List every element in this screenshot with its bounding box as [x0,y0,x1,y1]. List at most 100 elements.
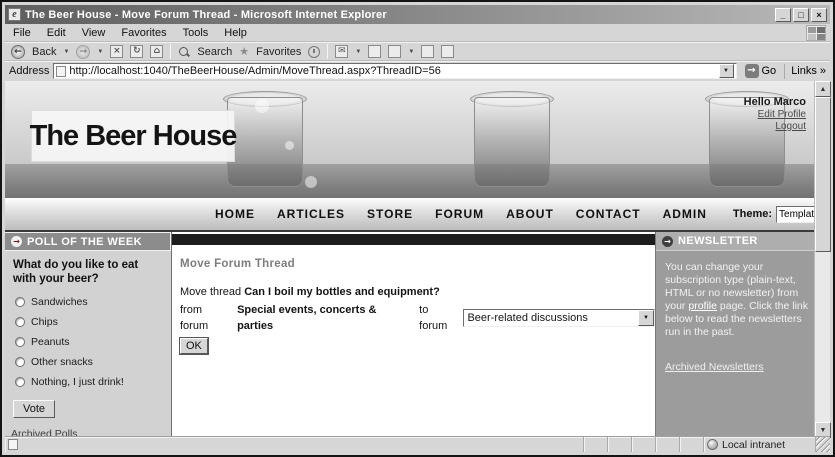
windows-logo-icon [806,25,826,41]
forward-dropdown-icon[interactable]: ▼ [97,49,103,55]
mail-icon[interactable]: ✉ [335,45,348,58]
poll-question: What do you like to eat with your beer? [5,251,171,288]
address-dropdown-icon[interactable]: ▼ [719,64,734,78]
to-forum-dropdown-icon[interactable]: ▼ [638,310,654,326]
radio-icon[interactable] [15,337,25,347]
window-title: The Beer House - Move Forum Thread - Mic… [25,9,387,21]
favorites-icon[interactable]: ★ [239,45,249,58]
address-url[interactable]: http://localhost:1040/TheBeerHouse/Admin… [69,65,440,77]
scrollbar-thumb[interactable] [815,97,831,252]
close-button[interactable]: × [811,8,827,22]
nav-about[interactable]: ABOUT [506,207,554,221]
nav-contact[interactable]: CONTACT [576,207,641,221]
go-button[interactable]: → Go [741,63,781,80]
links-toolbar[interactable]: Links » [784,64,826,79]
nav-store[interactable]: STORE [367,207,413,221]
poll-option-label: Sandwiches [31,296,88,308]
edit-dropdown-icon[interactable]: ▼ [408,49,414,55]
poll-option[interactable]: Nothing, I just drink! [15,376,163,388]
page-title: Move Forum Thread [180,258,655,270]
messenger-icon[interactable] [441,45,454,58]
stop-icon[interactable]: × [110,45,123,58]
poll-option[interactable]: Other snacks [15,356,163,368]
content-top-strip [172,234,655,245]
vote-button[interactable]: Vote [13,400,55,418]
poll-option[interactable]: Peanuts [15,336,163,348]
header-table-band [5,164,818,198]
nav-home[interactable]: HOME [215,207,255,221]
greeting-text: Hello Marco [744,96,806,108]
nav-forum[interactable]: FORUM [435,207,484,221]
zone-label: Local intranet [722,439,785,451]
status-cell [632,437,656,452]
back-dropdown-icon[interactable]: ▼ [63,49,69,55]
search-label[interactable]: Search [197,46,232,58]
address-input[interactable]: http://localhost:1040/TheBeerHouse/Admin… [53,63,736,79]
poll-option-label: Peanuts [31,336,70,348]
home-icon[interactable]: ⌂ [150,45,163,58]
toolbar-separator [170,44,171,59]
poll-option[interactable]: Chips [15,316,163,328]
ok-button[interactable]: OK [180,338,208,354]
history-icon[interactable] [308,46,320,58]
theme-label: Theme: [733,208,772,220]
newsletter-title: NEWSLETTER [678,235,758,247]
theme-select[interactable]: TemplateMonster ▼ [776,206,818,223]
print-icon[interactable] [368,45,381,58]
refresh-icon[interactable]: ↻ [130,45,143,58]
edit-profile-link[interactable]: Edit Profile [744,109,806,120]
menu-help[interactable]: Help [224,27,247,39]
status-cell [680,437,704,452]
from-prefix: from forum [180,302,233,334]
toolbar-separator [327,44,328,59]
status-main-cell [5,437,584,452]
menu-bar: File Edit View Favorites Tools Help [5,24,830,42]
radio-icon[interactable] [15,377,25,387]
site-logo-text: The Beer House [30,120,237,153]
back-label[interactable]: Back [32,46,56,58]
minimize-button[interactable]: _ [775,8,791,22]
poll-option-label: Nothing, I just drink! [31,376,124,388]
menu-view[interactable]: View [82,27,106,39]
edit-icon[interactable] [388,45,401,58]
status-cell [584,437,608,452]
menu-favorites[interactable]: Favorites [121,27,166,39]
main-content: Move Forum Thread Move thread Can I boil… [172,232,655,438]
radio-icon[interactable] [15,297,25,307]
logout-link[interactable]: Logout [744,121,806,132]
status-cell [656,437,680,452]
radio-icon[interactable] [15,357,25,367]
poll-option[interactable]: Sandwiches [15,296,163,308]
nav-articles[interactable]: ARTICLES [277,207,345,221]
favorites-label[interactable]: Favorites [256,46,301,58]
mail-dropdown-icon[interactable]: ▼ [355,49,361,55]
scroll-up-icon[interactable]: ▲ [815,81,831,97]
forward-icon[interactable]: → [76,45,90,59]
profile-link[interactable]: profile [688,300,717,312]
thread-name: Can I boil my bottles and equipment? [244,286,440,298]
page-viewport: The Beer House Hello Marco Edit Profile … [5,81,818,438]
main-nav: HOME ARTICLES STORE FORUM ABOUT CONTACT … [5,198,818,232]
menu-edit[interactable]: Edit [47,27,66,39]
radio-icon[interactable] [15,317,25,327]
from-forum-name: Special events, concerts & parties [237,302,415,334]
beer-glass-image [470,91,554,187]
resize-grip[interactable] [816,437,830,452]
foam-bubble [305,176,317,188]
to-forum-select[interactable]: Beer-related discussions ▼ [463,309,655,327]
menu-file[interactable]: File [13,27,31,39]
menu-tools[interactable]: Tools [183,27,209,39]
nav-admin[interactable]: ADMIN [663,207,707,221]
address-label: Address [9,65,49,77]
poll-sidebar: → POLL OF THE WEEK What do you like to e… [5,232,172,438]
newsletter-body: You can change your subscription type (p… [656,251,818,339]
vertical-scrollbar[interactable]: ▲ ▼ [814,81,830,438]
discuss-icon[interactable] [421,45,434,58]
foam-bubble [255,99,269,113]
archived-newsletters-link[interactable]: Archived Newsletters [665,361,764,373]
panel-arrow-icon: → [662,236,673,247]
back-icon[interactable]: ← [11,45,25,59]
maximize-button[interactable]: □ [793,8,809,22]
search-icon[interactable] [178,46,190,58]
globe-icon [707,439,718,450]
